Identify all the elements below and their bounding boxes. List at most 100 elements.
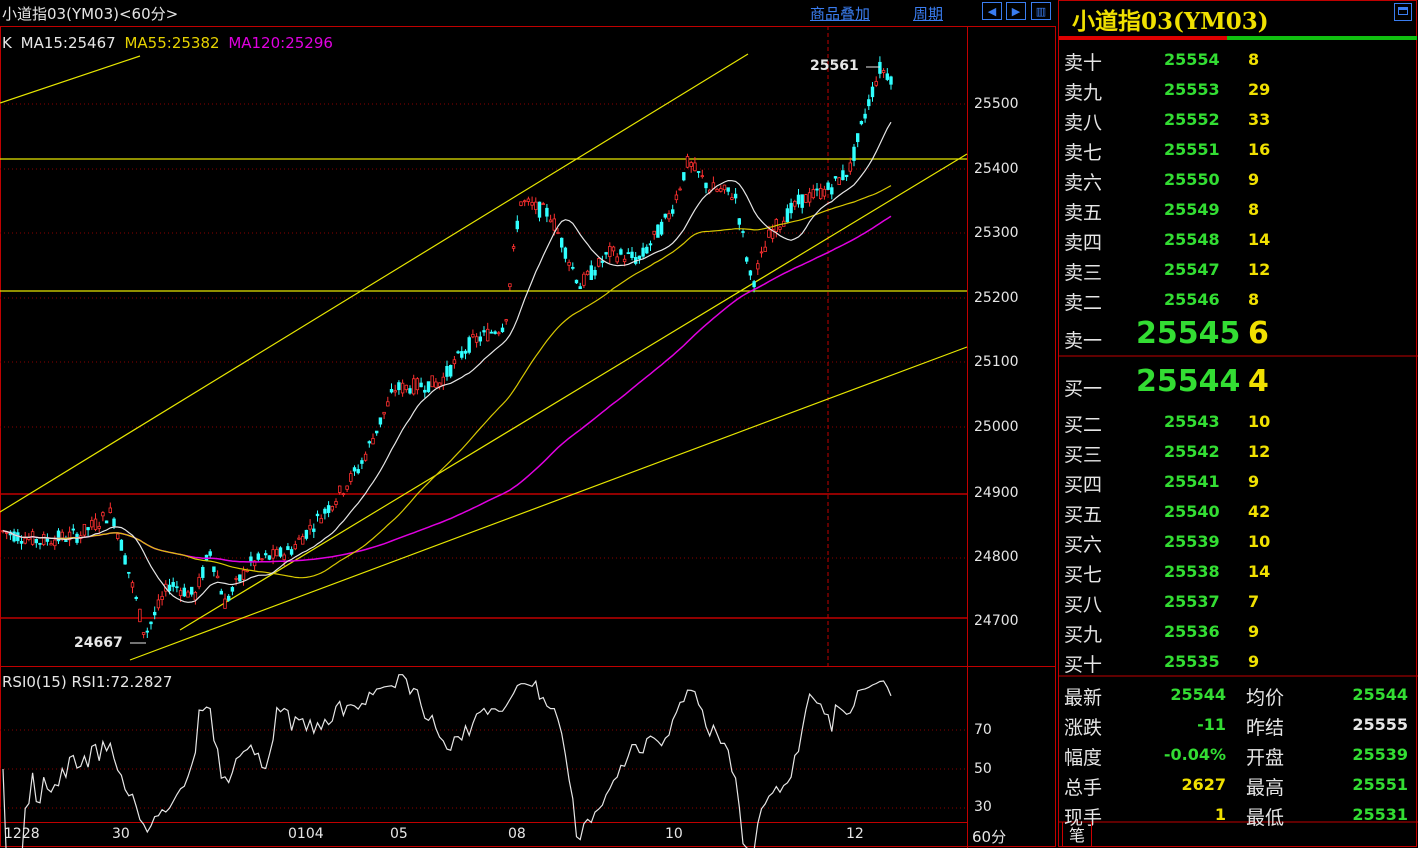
candle [663, 213, 667, 220]
candle [411, 374, 416, 396]
bid-volume: 12 [1248, 442, 1271, 461]
ask-volume: 6 [1248, 316, 1269, 351]
bid-volume: 10 [1248, 532, 1271, 551]
candle [689, 160, 693, 173]
candle [404, 384, 408, 393]
ask-volume: 8 [1248, 290, 1260, 309]
candle [260, 557, 264, 562]
candle [352, 465, 357, 476]
bid-price: 25543 [1164, 412, 1220, 431]
candle [42, 531, 46, 547]
candle [467, 335, 471, 355]
bid-volume: 10 [1248, 412, 1271, 431]
candle [223, 593, 227, 609]
candle [474, 333, 479, 348]
candle [519, 201, 523, 207]
candle [726, 187, 730, 196]
candle [715, 187, 719, 193]
candle [437, 382, 442, 390]
ask-row[interactable]: 卖九 25553 29 [1064, 74, 1414, 104]
candle [101, 511, 105, 522]
candle [408, 385, 412, 395]
ask-row[interactable]: 卖八 25552 33 [1064, 104, 1414, 134]
candle [123, 553, 127, 565]
candle [448, 364, 453, 379]
candle [659, 219, 664, 237]
candle [374, 430, 379, 436]
candle [515, 215, 519, 233]
bid-row[interactable]: 买一 25544 4 [1064, 364, 1414, 400]
candle [745, 256, 749, 264]
stat-avg: 25544 [1352, 685, 1408, 704]
candle [600, 255, 605, 268]
bid-row[interactable]: 买二 25543 10 [1064, 406, 1414, 436]
ask-row[interactable]: 卖二 25546 8 [1064, 284, 1414, 314]
bid-label: 买八 [1064, 594, 1103, 616]
candle [138, 608, 142, 623]
rsi-value: RSI1:72.2827 [71, 673, 173, 691]
candle [360, 457, 364, 470]
bid-price: 25542 [1164, 442, 1220, 461]
ask-price: 25548 [1164, 230, 1220, 249]
chart-canvas[interactable] [0, 0, 1058, 848]
bid-label: 买三 [1064, 444, 1103, 466]
bid-row[interactable]: 买六 25539 10 [1064, 526, 1414, 556]
ask-label: 卖七 [1064, 142, 1103, 164]
bid-label: 买十 [1064, 654, 1103, 676]
candle [460, 346, 464, 360]
bid-label: 买一 [1064, 378, 1103, 400]
candle [119, 539, 124, 551]
candle [426, 381, 431, 393]
bid-row[interactable]: 买三 25542 12 [1064, 436, 1414, 466]
stat-open: 25539 [1352, 745, 1408, 764]
ask-row[interactable]: 卖十 25554 8 [1064, 44, 1414, 74]
candle [267, 555, 272, 561]
candle [86, 526, 90, 537]
bid-label: 买七 [1064, 564, 1103, 586]
stat-label: 最高 [1246, 777, 1285, 799]
ask-row[interactable]: 卖五 25549 8 [1064, 194, 1414, 224]
ask-label: 卖一 [1064, 330, 1103, 352]
candle [315, 510, 320, 522]
stat-high: 25551 [1352, 775, 1408, 794]
ask-row[interactable]: 卖三 25547 12 [1064, 254, 1414, 284]
ask-price: 25547 [1164, 260, 1220, 279]
ask-volume: 8 [1248, 50, 1260, 69]
bid-row[interactable]: 买五 25540 42 [1064, 496, 1414, 526]
ask-row[interactable]: 卖六 25550 9 [1064, 164, 1414, 194]
candle [711, 176, 716, 190]
candle [804, 193, 808, 203]
candle [275, 546, 279, 557]
maximize-icon[interactable] [1394, 3, 1412, 21]
candle [526, 196, 531, 206]
candle [293, 540, 297, 551]
candle [356, 464, 360, 475]
candle [419, 377, 423, 388]
candle [881, 68, 886, 78]
bid-row[interactable]: 买九 25536 9 [1064, 616, 1414, 646]
instrument-title: 小道指03(YM03) [1072, 8, 1269, 35]
candle [885, 68, 889, 82]
bid-row[interactable]: 买四 25541 9 [1064, 466, 1414, 496]
candle [397, 380, 401, 395]
candle [856, 133, 860, 148]
candlesticks [1, 56, 893, 639]
bid-row[interactable]: 买八 25537 7 [1064, 586, 1414, 616]
candle [215, 570, 220, 579]
bid-price: 25537 [1164, 592, 1220, 611]
candle [278, 546, 283, 558]
candle [478, 331, 482, 346]
bid-volume: 9 [1248, 472, 1260, 491]
ask-price: 25551 [1164, 140, 1220, 159]
candle [504, 318, 508, 325]
bid-row[interactable]: 买十 25535 9 [1064, 646, 1414, 676]
candle [415, 377, 420, 395]
bid-row[interactable]: 买七 25538 14 [1064, 556, 1414, 586]
tab-trades[interactable]: 笔 [1062, 822, 1093, 847]
date-tick: 30 [112, 826, 130, 842]
ask-row[interactable]: 卖七 25551 16 [1064, 134, 1414, 164]
candle [852, 144, 856, 167]
ask-row[interactable]: 卖四 25548 14 [1064, 224, 1414, 254]
ask-label: 卖九 [1064, 82, 1103, 104]
ask-row[interactable]: 卖一 25545 6 [1064, 316, 1414, 352]
